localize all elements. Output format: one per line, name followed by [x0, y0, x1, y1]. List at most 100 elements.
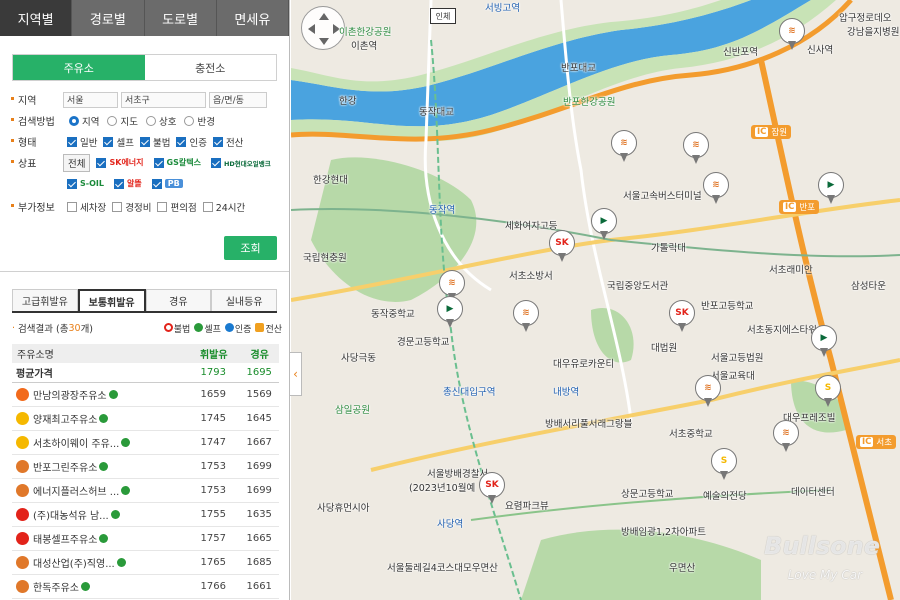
- extra-24h[interactable]: 24시간: [199, 200, 245, 214]
- station-pin[interactable]: ≋: [513, 300, 539, 332]
- self-icon: [81, 581, 90, 591]
- table-row[interactable]: 만남의광장주유소 1659 1569: [12, 382, 279, 406]
- diesel-price: 1699: [246, 460, 272, 472]
- table-row[interactable]: 에너지플러스허브 ... 1753 1699: [12, 478, 279, 502]
- tab-charging-station[interactable]: 충전소: [144, 55, 276, 80]
- gu-value: 서초구: [125, 96, 150, 106]
- station-pin[interactable]: S: [711, 448, 737, 480]
- tab-region[interactable]: 지역별: [0, 0, 73, 36]
- table-row[interactable]: 태봉셀프주유소 1757 1665: [12, 526, 279, 550]
- station-pin[interactable]: SK: [479, 472, 505, 504]
- method-name[interactable]: 상호: [140, 114, 176, 128]
- map-label: 서울고등법원: [711, 353, 764, 364]
- form-normal[interactable]: 일반: [63, 135, 97, 149]
- brand-hd[interactable]: HD현대오일뱅크: [207, 157, 275, 168]
- brand-pb[interactable]: PB: [148, 178, 187, 189]
- map-view[interactable]: 인체 서빙고역 이촌한강공원 이촌역 반포대교 한강 동작대교 반포한강공원 신반포역 신사역 압…: [291, 0, 900, 600]
- collapse-panel-button[interactable]: ‹: [290, 352, 302, 396]
- gasoline-price: 1753: [200, 484, 226, 496]
- map-label: 방배임광1,2차아파트: [621, 527, 707, 538]
- method-region[interactable]: 지역: [63, 114, 99, 128]
- tab-taxfree[interactable]: 면세유: [216, 0, 289, 36]
- gu-select[interactable]: 서초구: [121, 91, 206, 108]
- dong-select[interactable]: 읍/면/동: [209, 91, 267, 108]
- form-normal-label: 일반: [80, 137, 98, 149]
- brand-soil[interactable]: S-OIL: [63, 178, 108, 189]
- map-label: 서초래미안: [769, 265, 813, 276]
- station-pin[interactable]: ▶: [437, 296, 463, 328]
- table-row[interactable]: 한독주유소 1766 1661: [12, 574, 279, 598]
- diesel-price: 1667: [246, 436, 272, 448]
- station-pin[interactable]: S: [815, 375, 841, 407]
- station-pin[interactable]: ▶: [818, 172, 844, 204]
- table-row[interactable]: 서초하이웨이 주유... 1747 1667: [12, 430, 279, 454]
- method-map[interactable]: 지도: [101, 114, 138, 128]
- checkbox-icon: [212, 136, 223, 147]
- tab-road[interactable]: 도로별: [144, 0, 217, 36]
- station-name-cell[interactable]: 대성산업(주)직영...: [12, 550, 187, 574]
- brand-logo-icon: [16, 459, 29, 473]
- station-name: 대성산업(주)직영...: [33, 558, 115, 570]
- bullet-icon: ·: [12, 322, 16, 334]
- brand-logo-icon: [16, 411, 29, 425]
- station-name-cell[interactable]: 서초하이웨이 주유...: [12, 430, 187, 454]
- form-certified[interactable]: 인증: [172, 135, 207, 149]
- station-name-cell[interactable]: 만남의광장주유소: [12, 382, 187, 406]
- map-label: 동작대교: [419, 107, 454, 118]
- method-radius[interactable]: 반경: [178, 114, 215, 128]
- station-name-cell[interactable]: 한독주유소: [12, 574, 187, 598]
- station-name-cell[interactable]: 에너지플러스허브 ...: [12, 478, 187, 502]
- station-pin[interactable]: ≋: [779, 18, 805, 50]
- form-self[interactable]: 셀프: [99, 135, 134, 149]
- map-label: 방배서리풀서래그랑블: [545, 419, 633, 430]
- tab-gas-station[interactable]: 주유소: [13, 55, 145, 80]
- form-computer[interactable]: 전산: [209, 135, 243, 149]
- brand-altteul[interactable]: 알뜰: [110, 178, 146, 189]
- table-row[interactable]: 양재최고주유소 1745 1645: [12, 406, 279, 430]
- tab-kerosene[interactable]: 실내등유: [211, 289, 277, 311]
- tab-route[interactable]: 경로별: [72, 0, 145, 36]
- station-pin[interactable]: SK: [549, 230, 575, 262]
- gasoline-price: 1659: [200, 388, 226, 400]
- station-pin[interactable]: ≋: [611, 130, 637, 162]
- tab-diesel[interactable]: 경유: [145, 289, 212, 311]
- search-button[interactable]: 조회: [224, 236, 277, 260]
- header-gasoline[interactable]: 휘발유: [187, 344, 235, 363]
- gasoline-price: 1745: [200, 412, 226, 424]
- sido-select[interactable]: 서울: [63, 91, 118, 108]
- station-name-cell[interactable]: (주)대농석유 남...: [12, 502, 187, 526]
- diesel-price: 1685: [246, 556, 272, 568]
- station-pin[interactable]: ≋: [695, 375, 721, 407]
- map-label: 신사역: [807, 45, 834, 56]
- header-diesel[interactable]: 경유: [235, 344, 279, 363]
- prohibited-icon: [163, 322, 173, 332]
- station-pin[interactable]: SK: [669, 300, 695, 332]
- station-name: 반포그린주유소: [33, 462, 98, 474]
- header-name[interactable]: 주유소명: [12, 344, 187, 363]
- diesel-price: 1569: [246, 388, 272, 400]
- station-pin[interactable]: ▶: [591, 208, 617, 240]
- brand-sk[interactable]: SK에너지: [92, 157, 147, 168]
- extra-repair[interactable]: 경정비: [108, 200, 151, 214]
- tab-regular-gasoline[interactable]: 보통휘발유: [77, 289, 146, 311]
- station-name-cell[interactable]: 반포그린주유소: [12, 454, 187, 478]
- table-row[interactable]: 대성산업(주)직영... 1765 1685: [12, 550, 279, 574]
- ic-jamwon: IC 잠원: [751, 125, 792, 139]
- form-self-label: 셀프: [116, 137, 134, 149]
- self-icon: [99, 461, 109, 471]
- station-pin[interactable]: ≋: [773, 420, 799, 452]
- station-name: 에너지플러스허브 ...: [33, 486, 120, 498]
- table-row[interactable]: (주)대농석유 남... 1755 1635: [12, 502, 279, 526]
- form-illegal[interactable]: 불법: [136, 135, 170, 149]
- station-name-cell[interactable]: 양재최고주유소: [12, 406, 187, 430]
- station-pin[interactable]: ≋: [703, 172, 729, 204]
- brand-gs[interactable]: GS칼텍스: [150, 157, 205, 168]
- station-pin[interactable]: ▶: [811, 325, 837, 357]
- table-row[interactable]: 반포그린주유소 1753 1699: [12, 454, 279, 478]
- extra-carwash[interactable]: 세차장: [63, 200, 106, 214]
- extra-store[interactable]: 편의점: [153, 200, 197, 214]
- station-pin[interactable]: ≋: [683, 132, 709, 164]
- brand-all-button[interactable]: 전체: [63, 153, 91, 172]
- tab-premium-gasoline[interactable]: 고급휘발유: [12, 289, 78, 311]
- station-name-cell[interactable]: 태봉셀프주유소: [12, 526, 187, 550]
